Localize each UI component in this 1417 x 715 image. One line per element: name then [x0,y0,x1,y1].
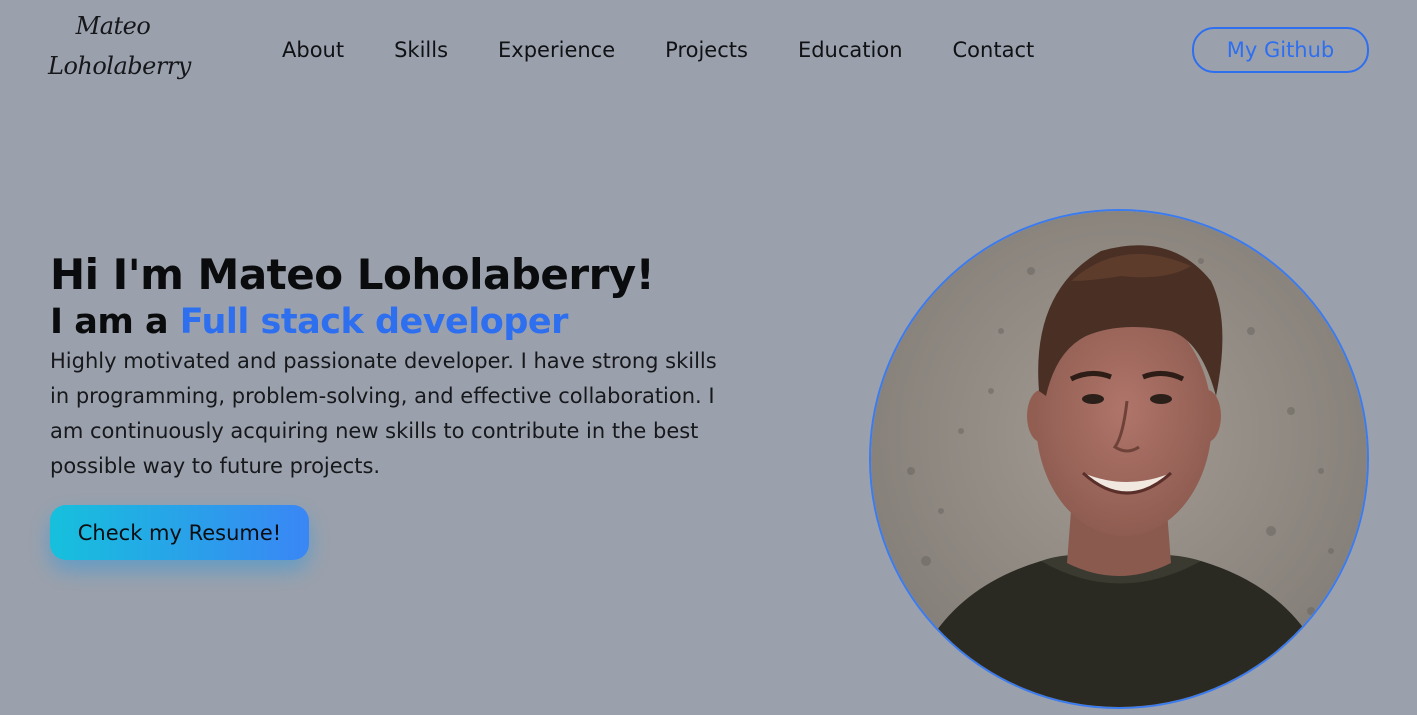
hero-role: Full stack developer [179,302,569,342]
nav-experience[interactable]: Experience [498,34,615,66]
main-nav: About Skills Experience Projects Educati… [282,34,1034,66]
nav-skills[interactable]: Skills [394,34,448,66]
nav-education[interactable]: Education [798,34,903,66]
profile-photo-illustration [871,211,1367,707]
nav-projects[interactable]: Projects [665,34,748,66]
site-logo[interactable]: Mateo Loholaberry [48,6,191,86]
profile-photo [869,209,1369,709]
logo-first-name: Mateo [75,12,151,40]
nav-about[interactable]: About [282,34,344,66]
nav-contact[interactable]: Contact [953,34,1035,66]
hero-subtitle: I am a Full stack developer [50,300,568,344]
github-button[interactable]: My Github [1192,27,1369,73]
hero-description: Highly motivated and passionate develope… [50,349,717,478]
hero-title: Hi I'm Mateo Loholaberry! [50,250,655,299]
logo-last-name: Loholaberry [48,52,191,80]
page: Mateo Loholaberry About Skills Experienc… [0,0,1417,715]
hero-subtitle-prefix: I am a [50,302,180,342]
resume-button[interactable]: Check my Resume! [50,505,309,560]
